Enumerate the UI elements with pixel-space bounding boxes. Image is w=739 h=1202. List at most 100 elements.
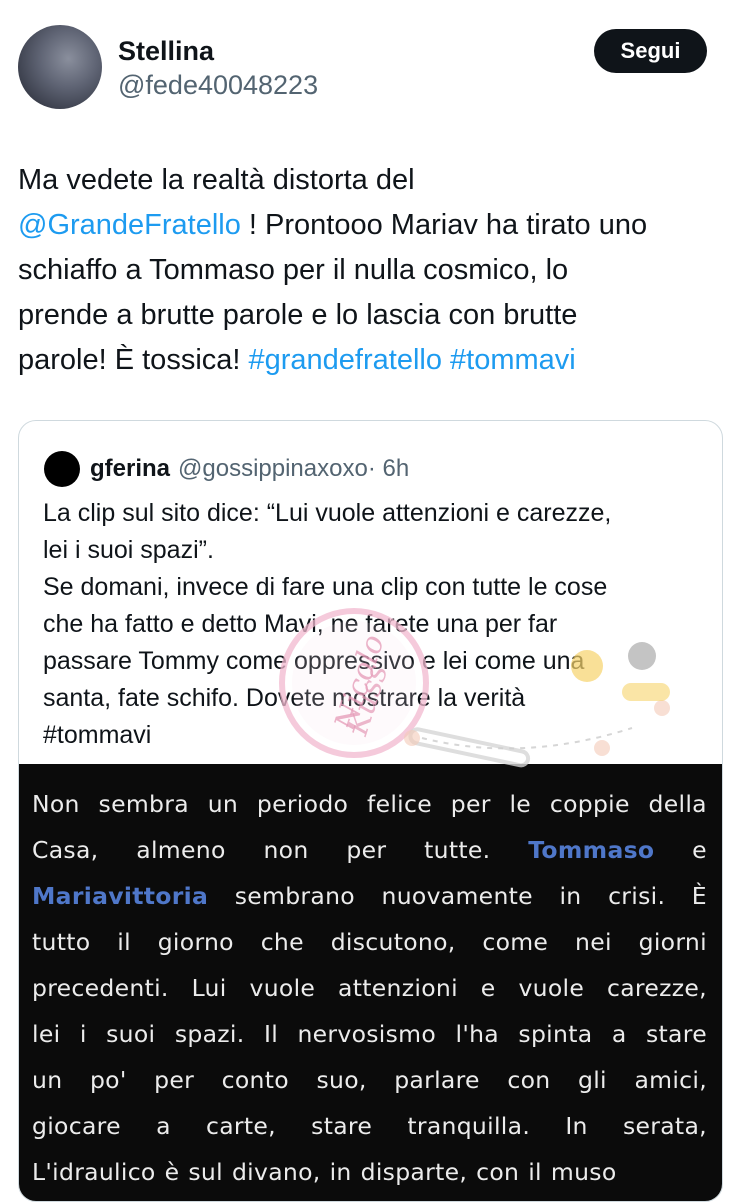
quoted-user-handle[interactable]: @gossippinaxoxo <box>178 455 368 483</box>
article-word: lei <box>32 1020 61 1048</box>
tweet-text: Ma vedete la realtà distorta del @GrandeF… <box>18 158 728 383</box>
article-word: carte, <box>206 1112 276 1140</box>
article-word: i <box>79 1020 87 1048</box>
tweet-text-segment: parole! È tossica! <box>18 344 249 376</box>
tweet-text-line: @GrandeFratello ! Prontooo Mariav ha tir… <box>18 203 728 248</box>
article-word: tranquilla. <box>407 1112 531 1140</box>
quoted-text-line: santa, fate schifo. Dovete mostrare la v… <box>43 684 526 712</box>
article-word: nei <box>575 928 612 956</box>
article-word: è <box>164 1158 180 1186</box>
tweet-text-line: Ma vedete la realtà distorta del <box>18 158 728 203</box>
article-word: attenzioni <box>338 974 458 1002</box>
article-word: periodo <box>256 790 349 818</box>
quoted-user-name[interactable]: gferina <box>90 455 170 483</box>
quoted-tweet[interactable]: gferina @gossippinaxoxo · 6h La clip sul… <box>18 420 723 1202</box>
mention-link[interactable]: @GrandeFratello <box>18 209 241 241</box>
article-word: in <box>559 882 582 910</box>
article-line: lei i suoi spazi. Il nervosismo l'ha spinta a sta… <box>32 1020 707 1048</box>
article-word: Non <box>32 790 80 818</box>
article-word: spinta <box>518 1020 593 1048</box>
article-word: felice <box>367 790 432 818</box>
article-word: È <box>691 882 707 910</box>
user-handle[interactable]: @fede40048223 <box>118 70 318 101</box>
article-word: e <box>692 836 707 864</box>
article-word: precedenti. <box>32 974 169 1002</box>
article-word: serata, <box>622 1112 707 1140</box>
article-word: per <box>154 1066 195 1094</box>
article-word: come <box>482 928 549 956</box>
article-word: stare <box>646 1020 707 1048</box>
quoted-tweet-header: gferina @gossippinaxoxo · 6h <box>44 451 409 487</box>
article-word: sembrano <box>234 882 355 910</box>
article-word: discutono, <box>330 928 456 956</box>
article-word: parlare <box>394 1066 480 1094</box>
article-word: muso <box>550 1158 617 1186</box>
quoted-text-line: lei i suoi spazi”. <box>43 536 214 564</box>
tweet-text-segment <box>442 344 450 376</box>
quoted-text-line: Se domani, invece di fare una clip con t… <box>43 573 608 601</box>
article-word: po' <box>89 1066 127 1094</box>
quoted-avatar[interactable] <box>44 451 80 487</box>
article-word: almeno <box>136 836 226 864</box>
article-line: Non sembra un periodo felice per le coppie della <box>32 790 707 818</box>
article-highlight-name: Mariavittoria <box>32 882 209 910</box>
tweet-text-line: prende a brutte parole e lo lascia con b… <box>18 293 728 338</box>
article-word: un <box>32 1066 63 1094</box>
article-line: precedenti. Lui vuole attenzioni e vuole carez… <box>32 974 707 1002</box>
article-word: vuole <box>249 974 316 1002</box>
user-avatar[interactable] <box>18 25 102 109</box>
article-word: carezze, <box>607 974 707 1002</box>
article-line: giocare a carte, stare tranquilla. In serata, <box>32 1112 707 1140</box>
article-word: sul <box>188 1158 223 1186</box>
article-word: In <box>565 1112 588 1140</box>
article-word: il <box>528 1158 542 1186</box>
quoted-timestamp: · 6h <box>367 455 410 482</box>
tweet-text-line: parole! È tossica! #grandefratello #tomm… <box>18 338 728 383</box>
article-word: disparte, <box>360 1158 468 1186</box>
tweet-text-line: schiaffo a Tommaso per il nulla cosmico,… <box>18 248 728 293</box>
article-word: della <box>648 790 707 818</box>
article-word: l'ha <box>455 1020 499 1048</box>
article-word: amici, <box>634 1066 707 1094</box>
quoted-tweet-text: La clip sul sito dice: “Lui vuole attenz… <box>43 495 713 754</box>
article-word: Lui <box>191 974 227 1002</box>
article-word: tutte. <box>424 836 491 864</box>
follow-button[interactable]: Segui <box>594 29 707 73</box>
article-word: Il <box>263 1020 279 1048</box>
article-line: Mariavittoria sembrano nuovamente in crisi. È <box>32 882 707 910</box>
article-line: Casa, almeno non per tutte. Tommaso e <box>32 836 707 864</box>
quoted-text-line: passare Tommy come oppressivo e lei come… <box>43 647 585 675</box>
article-word: a <box>611 1020 627 1048</box>
article-word: giocare <box>32 1112 121 1140</box>
user-name[interactable]: Stellina <box>118 36 214 67</box>
article-image[interactable]: Non sembra un periodo felice per le coppie della… <box>19 764 722 1201</box>
tweet-text-segment: schiaffo a Tommaso per il nulla cosmico,… <box>18 254 569 286</box>
article-highlight-name: Tommaso <box>528 836 655 864</box>
article-line: tutto il giorno che discutono, come nei giorni <box>32 928 707 956</box>
article-word: il <box>117 928 131 956</box>
article-word: sembra <box>98 790 189 818</box>
article-word: gli <box>578 1066 607 1094</box>
article-word: giorni <box>638 928 707 956</box>
article-word: giorno <box>157 928 234 956</box>
tweet-text-segment: ! Prontooo Mariav ha tirato uno <box>240 209 648 241</box>
article-word: L'idraulico <box>32 1158 156 1186</box>
article-word: le <box>509 790 532 818</box>
article-word: con <box>507 1066 551 1094</box>
quoted-hashtag[interactable]: #tommavi <box>43 717 713 754</box>
article-word: suoi <box>106 1020 156 1048</box>
article-word: che <box>260 928 304 956</box>
quoted-text-line: che ha fatto e detto Mavi, ne farete una… <box>43 610 558 638</box>
article-word: a <box>156 1112 171 1140</box>
tweet-text-segment: prende a brutte parole e lo lascia con b… <box>18 299 578 331</box>
article-word: un <box>207 790 239 818</box>
article-word: nuovamente <box>381 882 533 910</box>
article-word: suo, <box>316 1066 367 1094</box>
article-word: conto <box>221 1066 289 1094</box>
article-word: in <box>329 1158 352 1186</box>
quoted-text-line: La clip sul sito dice: “Lui vuole attenz… <box>43 499 612 527</box>
article-word: divano, <box>231 1158 321 1186</box>
article-word: coppie <box>549 790 630 818</box>
hashtag-link[interactable]: #grandefratello <box>249 344 442 376</box>
hashtag-link[interactable]: #tommavi <box>450 344 576 376</box>
